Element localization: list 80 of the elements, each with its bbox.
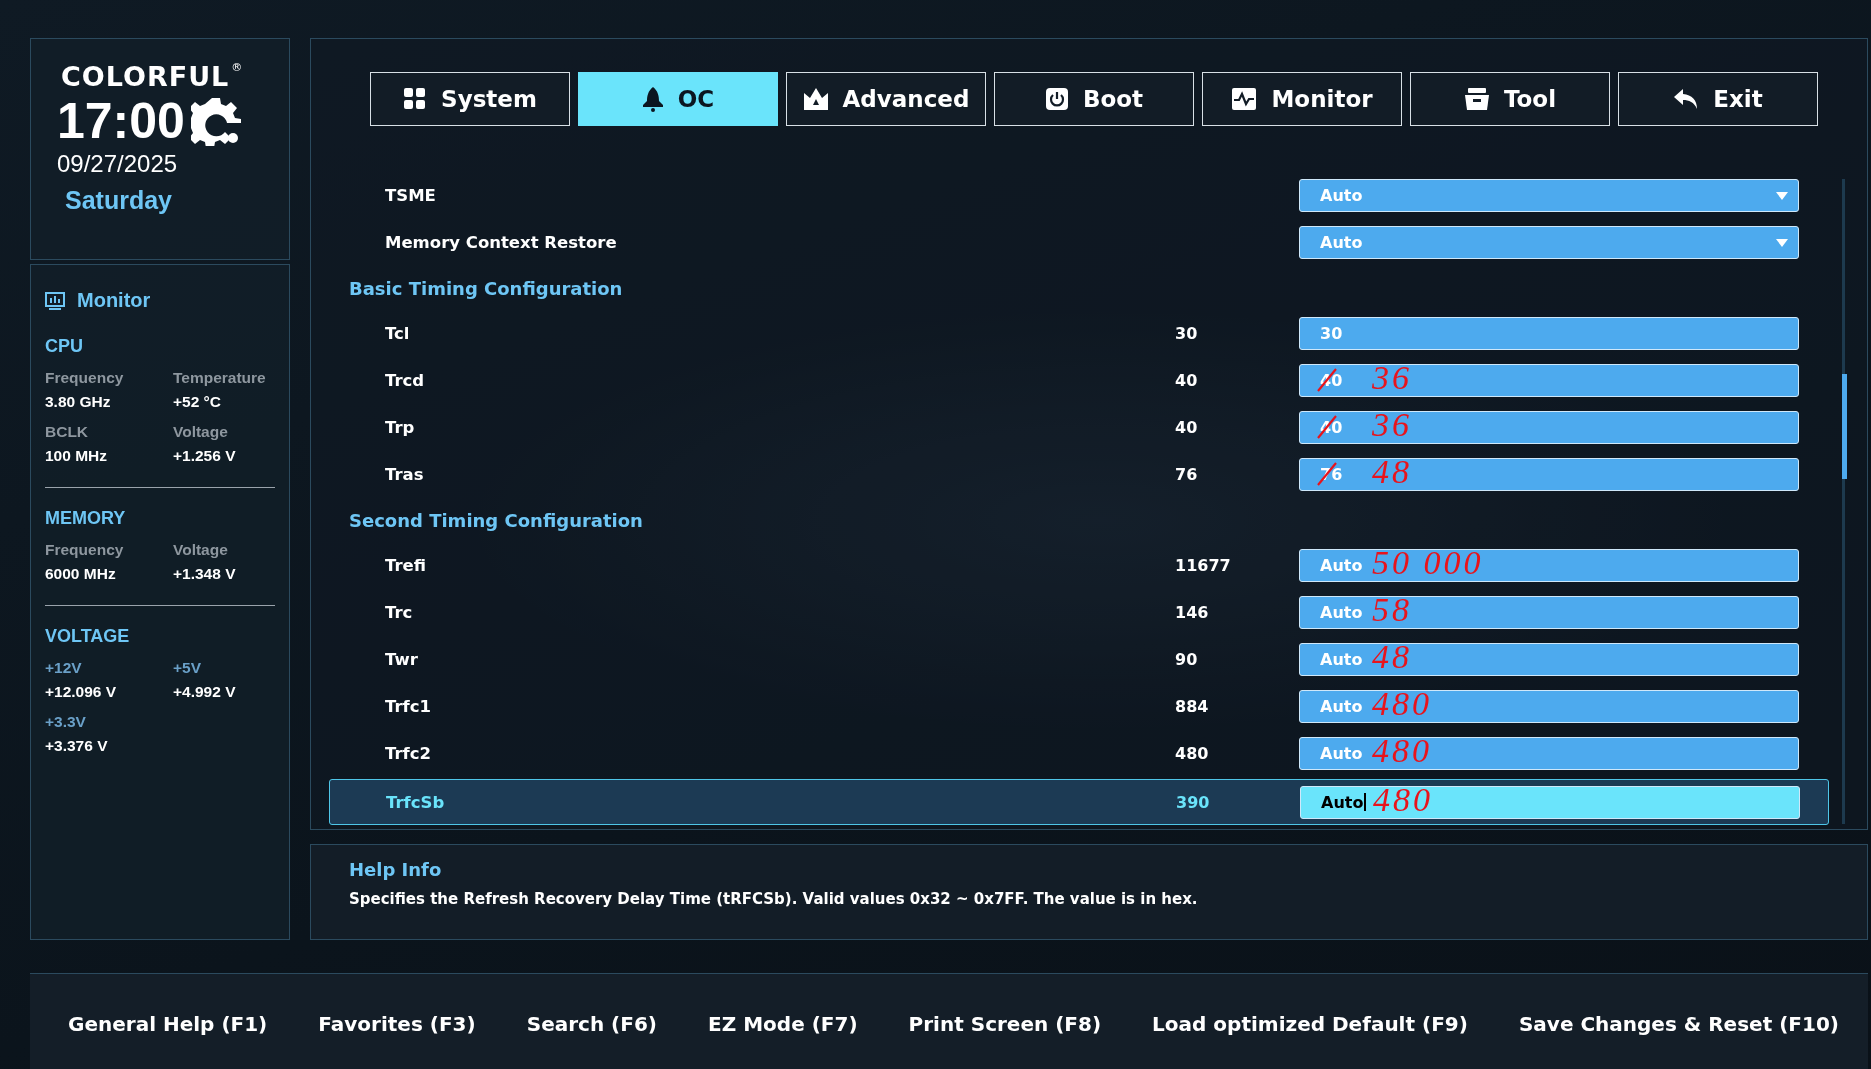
stat-value: 6000 MHz bbox=[45, 565, 117, 583]
menu-tab[interactable]: Monitor bbox=[1202, 72, 1402, 126]
menu-tab[interactable]: OC bbox=[578, 72, 778, 126]
stat-value: +3.376 V bbox=[45, 737, 109, 755]
setting-label: Tcl bbox=[385, 324, 411, 343]
registered-mark: ® bbox=[231, 61, 244, 74]
stat-value: +4.992 V bbox=[173, 683, 237, 701]
stat-value: 3.80 GHz bbox=[45, 393, 112, 411]
menu-tab[interactable]: Advanced bbox=[786, 72, 986, 126]
menu-tab[interactable]: System bbox=[370, 72, 570, 126]
stat-label: BCLK bbox=[45, 423, 90, 441]
gear-icon bbox=[190, 96, 241, 146]
current-value: 390 bbox=[1176, 792, 1211, 812]
stat-label: Voltage bbox=[173, 423, 229, 441]
stat-value: +12.096 V bbox=[45, 683, 118, 701]
stat-label: +5V bbox=[173, 659, 202, 677]
monitor-icon bbox=[45, 291, 65, 310]
setting-label: Trefi bbox=[385, 556, 427, 575]
section-heading: Second Timing Configuration bbox=[348, 508, 643, 533]
section-heading: MEMORY bbox=[45, 508, 127, 529]
stat-value: 100 MHz bbox=[45, 447, 109, 465]
grid-icon bbox=[403, 87, 428, 111]
setting-label: TSME bbox=[385, 186, 437, 205]
hotkey-button[interactable]: Print Screen (F8) bbox=[904, 1007, 1106, 1040]
stat-value: +52 °C bbox=[173, 393, 222, 411]
setting-label: Trfc2 bbox=[385, 744, 433, 763]
setting-label: Tras bbox=[385, 465, 425, 484]
crown-icon bbox=[802, 87, 829, 111]
current-value: 30 bbox=[1175, 324, 1199, 343]
help-text: Specifies the Refresh Recovery Delay Time (tRFCSb). Valid values 0x32 ~ 0x7FF. The value is in hex. bbox=[349, 890, 1198, 909]
stat-label: Frequency bbox=[45, 369, 125, 387]
hotkey-button[interactable]: General Help (F1) bbox=[64, 1007, 272, 1040]
stat-value: +1.348 V bbox=[173, 565, 237, 583]
section-heading: VOLTAGE bbox=[45, 626, 131, 647]
current-value: 40 bbox=[1175, 371, 1199, 390]
back-arrow-icon bbox=[1673, 87, 1700, 111]
section-heading: CPU bbox=[45, 336, 84, 357]
brand-logo: COLORFUL bbox=[61, 61, 230, 92]
stat-label: Voltage bbox=[173, 541, 229, 559]
menu-tab[interactable]: Exit bbox=[1618, 72, 1818, 126]
current-value: 76 bbox=[1175, 465, 1199, 484]
setting-label: Trp bbox=[385, 418, 416, 437]
setting-label: Memory Context Restore bbox=[385, 233, 618, 252]
stat-value: +1.256 V bbox=[173, 447, 237, 465]
section-heading: Basic Timing Configuration bbox=[348, 276, 623, 301]
current-value: 90 bbox=[1175, 650, 1199, 669]
setting-label: Trcd bbox=[385, 371, 426, 390]
clock-time: 17:00 bbox=[57, 92, 185, 150]
stat-label: Temperature bbox=[173, 369, 267, 387]
setting-label: Trc bbox=[385, 603, 414, 622]
current-value: 146 bbox=[1175, 603, 1210, 622]
hotkey-button[interactable]: Save Changes & Reset (F10) bbox=[1514, 1007, 1843, 1040]
setting-label: Trfc1 bbox=[385, 697, 433, 716]
stat-label: +12V bbox=[45, 659, 83, 677]
hotkey-button[interactable]: Load optimized Default (F9) bbox=[1148, 1007, 1472, 1040]
clock-date: 09/27/2025 bbox=[57, 150, 179, 178]
hotkey-button[interactable]: EZ Mode (F7) bbox=[704, 1007, 862, 1040]
current-value: 11677 bbox=[1175, 556, 1232, 575]
current-value: 884 bbox=[1175, 697, 1210, 716]
scrollbar-thumb[interactable] bbox=[1842, 374, 1847, 479]
setting-label: TrfcSb bbox=[386, 792, 446, 812]
current-value: 40 bbox=[1175, 418, 1199, 437]
hotkey-button[interactable]: Search (F6) bbox=[522, 1007, 661, 1040]
help-title: Help Info bbox=[349, 859, 442, 881]
setting-label: Twr bbox=[385, 650, 419, 669]
monitor-title: Monitor bbox=[77, 289, 151, 312]
input-field[interactable]: Auto 480 bbox=[1300, 785, 1800, 819]
clock-day: Saturday bbox=[65, 186, 289, 215]
stat-label: Frequency bbox=[45, 541, 125, 559]
pulse-icon bbox=[1231, 87, 1258, 111]
stat-label: +3.3V bbox=[45, 713, 87, 731]
dropdown-arrow-icon bbox=[1776, 192, 1788, 200]
toolbox-icon bbox=[1463, 87, 1490, 111]
hotkey-button[interactable]: Favorites (F3) bbox=[314, 1007, 480, 1040]
power-icon bbox=[1044, 87, 1069, 111]
current-value: 480 bbox=[1175, 744, 1210, 763]
menu-tab[interactable]: Tool bbox=[1410, 72, 1610, 126]
menu-tab[interactable]: Boot bbox=[994, 72, 1194, 126]
text-cursor bbox=[1364, 793, 1366, 811]
dropdown-arrow-icon bbox=[1776, 239, 1788, 247]
